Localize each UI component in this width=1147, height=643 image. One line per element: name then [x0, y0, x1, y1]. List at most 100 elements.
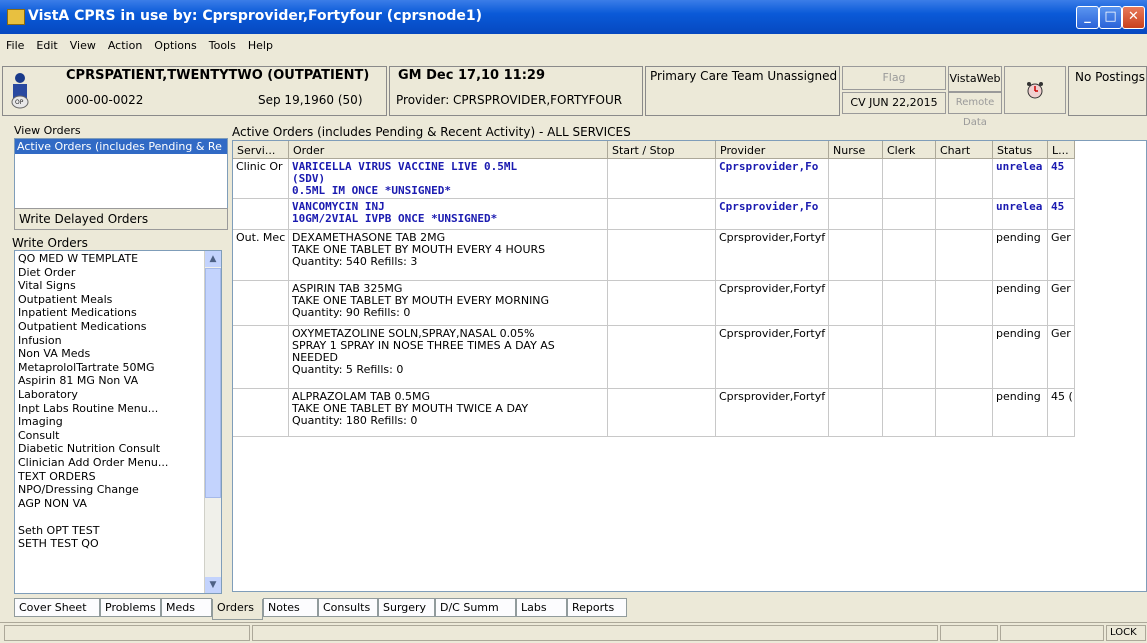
write-orders-item[interactable]: Non VA Meds: [15, 347, 203, 361]
write-orders-item[interactable]: Outpatient Meals: [15, 293, 203, 307]
order-chart-cell: [936, 281, 993, 325]
col-order-header[interactable]: Order: [289, 141, 608, 159]
orders-grid[interactable]: Servi... Order Start / Stop Provider Nurse Cl…: [232, 140, 1147, 592]
title-bar: VistA CPRS in use by: Cprsprovider,Forty…: [0, 0, 1147, 34]
minimize-button[interactable]: _: [1076, 6, 1099, 29]
order-location-text: Ger: [1051, 327, 1071, 340]
tab-reports[interactable]: Reports: [567, 598, 627, 617]
write-orders-list[interactable]: QO MED W TEMPLATE Diet Order Vital Signs Ou…: [14, 250, 222, 594]
remote-data-button[interactable]: Remote Data: [948, 92, 1002, 128]
col-chart-header[interactable]: Chart: [936, 141, 993, 159]
encounter-provider: Provider: CPRSPROVIDER,FORTYFOUR: [396, 93, 623, 107]
write-orders-item[interactable]: TEXT ORDERS: [15, 470, 203, 484]
write-orders-item[interactable]: AGP NON VA: [15, 497, 203, 511]
order-status-cell: unrelea: [993, 159, 1048, 198]
col-clerk-header[interactable]: Clerk: [883, 141, 936, 159]
order-order-cell: ALPRAZOLAM TAB 0.5MG TAKE ONE TABLET BY M…: [289, 389, 608, 436]
tab-labs[interactable]: Labs: [516, 598, 567, 617]
write-orders-item[interactable]: Infusion: [15, 334, 203, 348]
maximize-button[interactable]: □: [1099, 6, 1122, 29]
flag-button[interactable]: Flag: [842, 66, 946, 90]
order-row[interactable]: Out. Mec DEXAMETHASONE TAB 2MG TAKE ONE TA…: [233, 230, 1075, 281]
write-orders-item[interactable]: Diabetic Nutrition Consult: [15, 442, 203, 456]
write-orders-item[interactable]: Seth OPT TEST: [15, 524, 203, 538]
menu-view[interactable]: View: [64, 36, 102, 52]
order-start-stop-cell: [608, 159, 716, 198]
order-row[interactable]: OXYMETAZOLINE SOLN,SPRAY,NASAL 0.05% SPRA…: [233, 326, 1075, 389]
close-button[interactable]: ✕: [1122, 6, 1145, 29]
write-orders-item[interactable]: Vital Signs: [15, 279, 203, 293]
patient-name: CPRSPATIENT,TWENTYTWO (OUTPATIENT): [66, 68, 370, 83]
order-location-cell: Ger: [1048, 230, 1075, 280]
status-panel-4: [1000, 625, 1104, 641]
tab-surgery[interactable]: Surgery: [378, 598, 435, 617]
menu-edit[interactable]: Edit: [30, 36, 63, 52]
order-row[interactable]: ASPIRIN TAB 325MG TAKE ONE TABLET BY MOUT…: [233, 281, 1075, 326]
col-service-header[interactable]: Servi...: [233, 141, 289, 159]
app-icon: [7, 9, 25, 25]
write-orders-item[interactable]: NPO/Dressing Change: [15, 483, 203, 497]
col-location-header[interactable]: L...: [1048, 141, 1075, 159]
col-start-stop-header[interactable]: Start / Stop: [608, 141, 716, 159]
col-status-header[interactable]: Status: [993, 141, 1048, 159]
postings-panel[interactable]: No Postings: [1068, 66, 1147, 116]
menu-file[interactable]: File: [0, 36, 30, 52]
write-orders-item[interactable]: Inpt Labs Routine Menu...: [15, 402, 203, 416]
order-status-cell: pending: [993, 389, 1048, 436]
tab-consults[interactable]: Consults: [318, 598, 378, 617]
order-row[interactable]: ALPRAZOLAM TAB 0.5MG TAKE ONE TABLET BY M…: [233, 389, 1075, 437]
write-orders-item[interactable]: Imaging: [15, 415, 203, 429]
menu-help[interactable]: Help: [242, 36, 279, 52]
order-clerk-cell: [883, 326, 936, 388]
order-order-cell: VARICELLA VIRUS VACCINE LIVE 0.5ML (SDV) 0…: [289, 159, 608, 198]
write-orders-item[interactable]: QO MED W TEMPLATE: [15, 252, 203, 266]
menu-action[interactable]: Action: [102, 36, 148, 52]
alarm-clock-icon: [1026, 81, 1044, 99]
order-text-line: Quantity: 540 Refills: 3: [292, 255, 418, 268]
tab-d-c-summ[interactable]: D/C Summ: [435, 598, 516, 617]
col-nurse-header[interactable]: Nurse: [829, 141, 883, 159]
order-text-line: Quantity: 180 Refills: 0: [292, 414, 418, 427]
order-location-cell: 45 (: [1048, 389, 1075, 436]
order-status-cell: pending: [993, 230, 1048, 280]
scroll-thumb[interactable]: [205, 268, 221, 498]
cv-date-button[interactable]: CV JUN 22,2015: [842, 92, 946, 114]
order-row[interactable]: VANCOMYCIN INJ 10GM/2VIAL IVPB ONCE *UNSI…: [233, 199, 1075, 230]
write-orders-item[interactable]: Diet Order: [15, 266, 203, 280]
write-orders-scrollbar[interactable]: ▲ ▼: [204, 251, 221, 593]
tab-notes[interactable]: Notes: [263, 598, 318, 617]
scroll-down-icon[interactable]: ▼: [205, 577, 221, 593]
write-orders-item[interactable]: SETH TEST QO: [15, 537, 203, 551]
order-provider-cell: Cprsprovider,Fo: [716, 199, 829, 229]
col-provider-header[interactable]: Provider: [716, 141, 829, 159]
order-status-cell: pending: [993, 326, 1048, 388]
write-orders-item[interactable]: Inpatient Medications: [15, 306, 203, 320]
scroll-up-icon[interactable]: ▲: [205, 251, 221, 267]
write-orders-item[interactable]: Laboratory: [15, 388, 203, 402]
write-orders-item[interactable]: Consult: [15, 429, 203, 443]
order-provider-text: Cprsprovider,Fortyf: [719, 282, 826, 295]
write-orders-item[interactable]: Aspirin 81 MG Non VA: [15, 374, 203, 388]
tab-problems[interactable]: Problems: [100, 598, 161, 617]
view-orders-selected-item[interactable]: Active Orders (includes Pending & Re: [15, 139, 227, 154]
order-start-stop-cell: [608, 389, 716, 436]
menu-tools[interactable]: Tools: [203, 36, 242, 52]
menu-options[interactable]: Options: [148, 36, 202, 52]
order-location-text: Ger: [1051, 282, 1071, 295]
vistaweb-button[interactable]: VistaWeb: [948, 66, 1002, 92]
order-row[interactable]: Clinic Or VARICELLA VIRUS VACCINE LIVE 0.…: [233, 159, 1075, 199]
write-orders-item[interactable]: Outpatient Medications: [15, 320, 203, 334]
write-delayed-orders-button[interactable]: Write Delayed Orders: [14, 208, 228, 230]
order-nurse-cell: [829, 230, 883, 280]
patient-ssn: 000-00-0022: [66, 93, 144, 107]
reminders-button[interactable]: [1004, 66, 1066, 114]
write-orders-item[interactable]: [15, 510, 203, 524]
order-location-cell: 45: [1048, 159, 1075, 198]
tab-orders[interactable]: Orders: [212, 599, 263, 620]
encounter-datetime: GM Dec 17,10 11:29: [398, 68, 545, 83]
write-orders-item[interactable]: Clinician Add Order Menu...: [15, 456, 203, 470]
order-clerk-cell: [883, 389, 936, 436]
write-orders-item[interactable]: MetaprololTartrate 50MG: [15, 361, 203, 375]
tab-meds[interactable]: Meds: [161, 598, 212, 617]
tab-cover-sheet[interactable]: Cover Sheet: [14, 598, 100, 617]
